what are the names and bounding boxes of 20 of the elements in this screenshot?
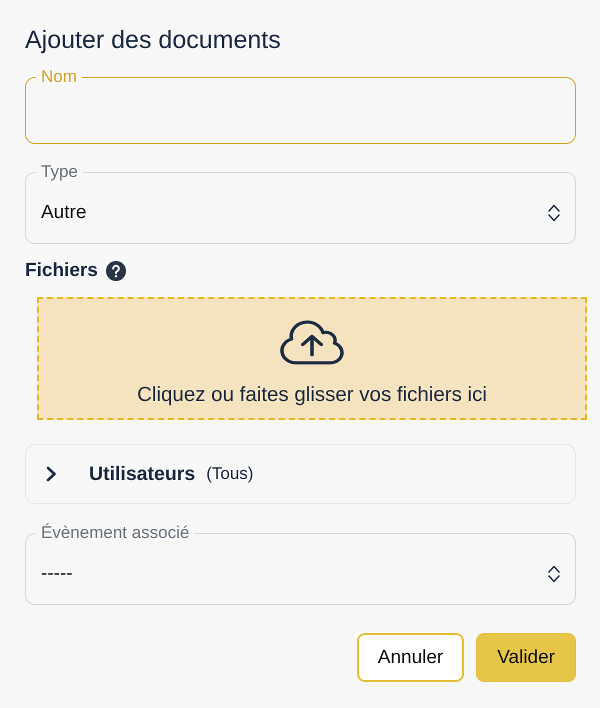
select-value: -----	[41, 562, 73, 584]
chevron-updown-icon	[548, 564, 560, 582]
dialog-title: Ajouter des documents	[25, 26, 282, 54]
cloud-upload-icon	[280, 320, 344, 365]
select-value: Autre	[41, 202, 86, 224]
cancel-button[interactable]: Annuler	[356, 633, 464, 682]
field-label: Nom	[40, 67, 78, 87]
confirm-button[interactable]: Valider	[476, 633, 576, 682]
chevron-updown-icon	[548, 204, 560, 222]
section-label: Fichiers	[25, 260, 98, 282]
file-dropzone[interactable]: Cliquez ou faites glisser vos fichiers ici	[37, 297, 587, 420]
field-label: Type	[40, 162, 79, 182]
type-select[interactable]: Type Autre	[25, 162, 576, 244]
help-icon[interactable]	[106, 261, 126, 281]
dropzone-text: Cliquez ou faites glisser vos fichiers ici	[137, 384, 487, 406]
field-label: Évènement associé	[40, 523, 190, 543]
accordion-summary: (Tous)	[206, 464, 254, 484]
accordion-title: Utilisateurs	[89, 462, 196, 486]
event-select[interactable]: Évènement associé -----	[25, 523, 576, 605]
users-accordion[interactable]: Utilisateurs (Tous)	[25, 444, 576, 504]
